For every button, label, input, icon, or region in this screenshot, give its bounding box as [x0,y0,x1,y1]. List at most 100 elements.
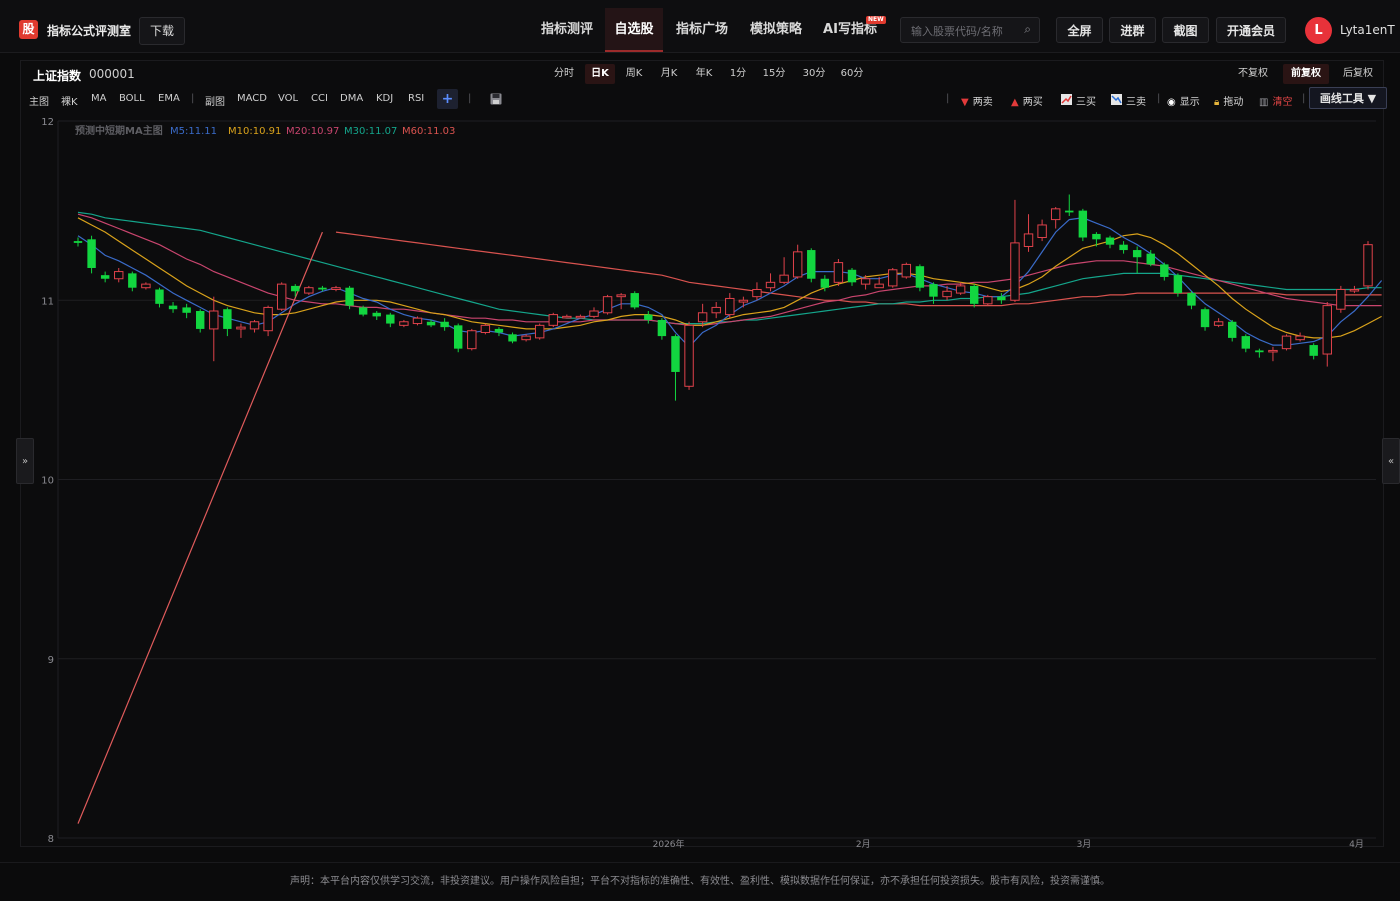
candle-up [1322,305,1332,355]
tool-two-buy[interactable]: ▲ 两买 [1011,93,1043,108]
save-icon[interactable] [490,93,502,105]
candle-down [970,285,979,304]
tool-show[interactable]: ◉ 显示 [1167,93,1200,108]
period-intraday[interactable]: 分时 [549,64,579,84]
expand-right-button[interactable]: « [1382,438,1400,484]
candle-down [100,275,110,279]
candle-up [711,306,721,314]
candle-down [508,334,517,342]
candle-down [128,273,137,288]
indicator-kdj[interactable]: KDJ [376,93,393,104]
indicator-rsi[interactable]: RSI [408,93,424,104]
stock-search[interactable]: ⌕ [900,17,1040,44]
indicator-dma[interactable]: DMA [340,93,363,104]
nav-indicator-square[interactable]: 指标广场 [668,8,736,52]
candle-up [616,294,626,298]
draw-tools-button[interactable]: 画线工具 ▼ [1309,87,1387,109]
period-30m[interactable]: 30分 [797,64,831,84]
nav-indicator-eval[interactable]: 指标测评 [533,8,601,52]
adjust-backward[interactable]: 后复权 [1337,64,1379,84]
legend-ma20: M20:10.97 [286,126,339,137]
triangle-down-icon: ▼ [961,97,969,108]
join-group-button[interactable]: 进群 [1109,17,1156,43]
candle-up [860,278,871,285]
candle-up [1023,233,1034,247]
indicator-ema[interactable]: EMA [158,93,180,104]
double-chevron-left-icon: « [1387,456,1395,467]
indicator-macd[interactable]: MACD [237,93,267,104]
search-input[interactable] [901,18,1023,44]
screenshot-button[interactable]: 截图 [1162,17,1209,43]
period-60m[interactable]: 60分 [835,64,869,84]
add-indicator-button[interactable]: + [437,89,458,109]
candle-down [1228,321,1237,338]
stock-name: 上证指数 [33,69,82,83]
period-yearly[interactable]: 年K [689,64,719,84]
y-tick-label: 11 [41,296,54,307]
tool-three-sell[interactable]: 三卖 [1111,93,1146,108]
candle-up [684,324,694,387]
candle-down [1160,264,1169,277]
indicator-cci[interactable]: CCI [311,93,328,104]
candle-down [372,312,381,317]
x-tick-label: 2026年 [653,838,685,848]
eye-icon: ◉ [1167,97,1176,108]
ma5-line [77,217,1383,348]
indicator-boll[interactable]: BOLL [119,93,145,104]
sub-chart-label: 副图 [205,97,225,108]
candle-down [386,314,395,324]
search-icon[interactable]: ⌕ [1024,22,1031,37]
fullscreen-button[interactable]: 全屏 [1056,17,1103,43]
indicator-vol[interactable]: VOL [278,93,298,104]
candle-up [521,335,531,341]
period-15m[interactable]: 15分 [757,64,791,84]
candle-up [331,287,341,290]
vip-button[interactable]: 开通会员 [1216,17,1286,43]
candle-up [249,321,260,330]
period-weekly[interactable]: 周K [619,64,649,84]
candle-up [399,321,409,326]
adjust-none[interactable]: 不复权 [1232,64,1274,84]
candle-up [412,317,423,325]
period-daily[interactable]: 日K [585,64,615,84]
period-monthly[interactable]: 月K [654,64,684,84]
username[interactable]: Lyta1enT [1340,23,1395,37]
tool-clear[interactable]: ▥ 清空 [1259,93,1292,108]
period-1m[interactable]: 1分 [724,64,752,84]
candle-down [182,307,191,313]
nav-ai-indicator[interactable]: AI写指标 [816,8,884,52]
candle-down [1255,350,1264,353]
tool-drag[interactable]: 🔒︎ 拖动 [1214,93,1243,108]
top-bar: 股 指标公式评测室 下载 指标测评 自选股 指标广场 模拟策略 AI写指标 NE… [0,0,1400,53]
expand-left-button[interactable]: » [16,438,34,484]
tool-two-buy-label: 两买 [1022,97,1043,108]
candle-down [358,307,368,315]
candle-down [291,285,300,292]
candle-down [997,296,1006,301]
candle-down [73,241,83,243]
candle-up [548,314,558,326]
avatar[interactable]: L [1305,17,1332,44]
candle-up [1349,288,1360,292]
new-badge: NEW [866,16,886,24]
candle-down [1119,244,1128,251]
candle-down [440,321,449,328]
download-button[interactable]: 下载 [139,17,185,45]
tool-three-buy[interactable]: 三买 [1061,93,1096,108]
nav-watchlist[interactable]: 自选股 [605,8,663,52]
indicator-ma[interactable]: MA [91,93,106,104]
candle-down [168,305,178,310]
candle-up [114,271,124,280]
legend-ma60: M60:11.03 [402,126,455,137]
tool-three-buy-label: 三买 [1076,97,1096,108]
candle-up [1268,349,1278,353]
double-chevron-right-icon: » [21,456,29,467]
candle-up [725,297,735,316]
candlestick-chart[interactable]: 8 9 10 11 12 2026年 2月 3月 4月 预测中短期MA主图 M5:11.11 M10:… [20,114,1384,848]
x-tick-label: 4月 [1349,839,1364,848]
tool-two-sell[interactable]: ▼ 两卖 [961,93,993,108]
adjust-forward[interactable]: 前复权 [1283,64,1329,84]
candle-down [657,319,667,337]
nav-sim-strategy[interactable]: 模拟策略 [742,8,810,52]
indicator-naked-k[interactable]: 裸K [61,93,78,108]
